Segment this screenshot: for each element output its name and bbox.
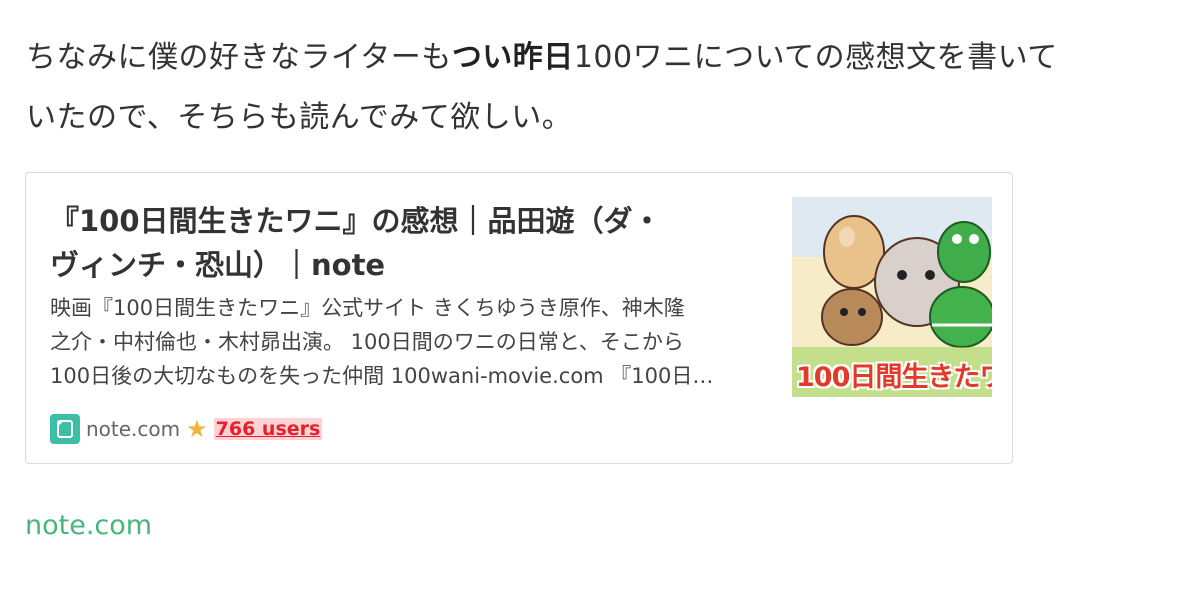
card-title-line1: 『100日間生きたワニ』の感想｜品田遊（ダ・ <box>50 204 662 238</box>
paragraph-line1-pre: ちなみに僕の好きなライターも <box>26 40 452 75</box>
bookmark-users-link[interactable]: 766 users <box>213 418 323 440</box>
card-site-label: note.com <box>86 417 181 441</box>
card-title-line2: ヴィンチ・恐山）｜note <box>50 248 386 282</box>
star-icon: ★ <box>186 415 208 443</box>
card-description: 映画『100日間生きたワニ』公式サイト きくちゆうき原作、神木隆 之介・中村倫也… <box>50 291 770 393</box>
card-title[interactable]: 『100日間生きたワニ』の感想｜品田遊（ダ・ ヴィンチ・恐山）｜note <box>50 199 770 287</box>
paragraph-line2: いたので、そちらも読んでみて欲しい。 <box>26 100 573 135</box>
card-desc-line: 100日後の大切なものを失った仲間 100wani-movie.com 『100… <box>50 364 714 388</box>
note-favicon-icon <box>50 414 80 444</box>
card-thumbnail[interactable]: 100日間生きたワニ <box>792 197 992 397</box>
paragraph-line1-post: 100ワニについての感想文を書いて <box>573 40 1058 75</box>
card-desc-line: 之介・中村倫也・木村昴出演。 100日間のワニの日常と、そこから <box>50 330 684 354</box>
paragraph-bold-text: つい昨日 <box>451 40 574 75</box>
note-source-link[interactable]: note.com <box>25 510 152 541</box>
card-desc-line: 映画『100日間生きたワニ』公式サイト きくちゆうき原作、神木隆 <box>50 296 685 320</box>
link-preview-card[interactable]: 『100日間生きたワニ』の感想｜品田遊（ダ・ ヴィンチ・恐山）｜note 映画『… <box>25 172 1013 464</box>
card-meta: note.com ★ 766 users <box>50 413 323 445</box>
thumbnail-title-text: 100日間生きたワニ <box>796 362 992 393</box>
article-paragraph: ちなみに僕の好きなライターもつい昨日100ワニについての感想文を書いて いたので… <box>26 28 1176 148</box>
